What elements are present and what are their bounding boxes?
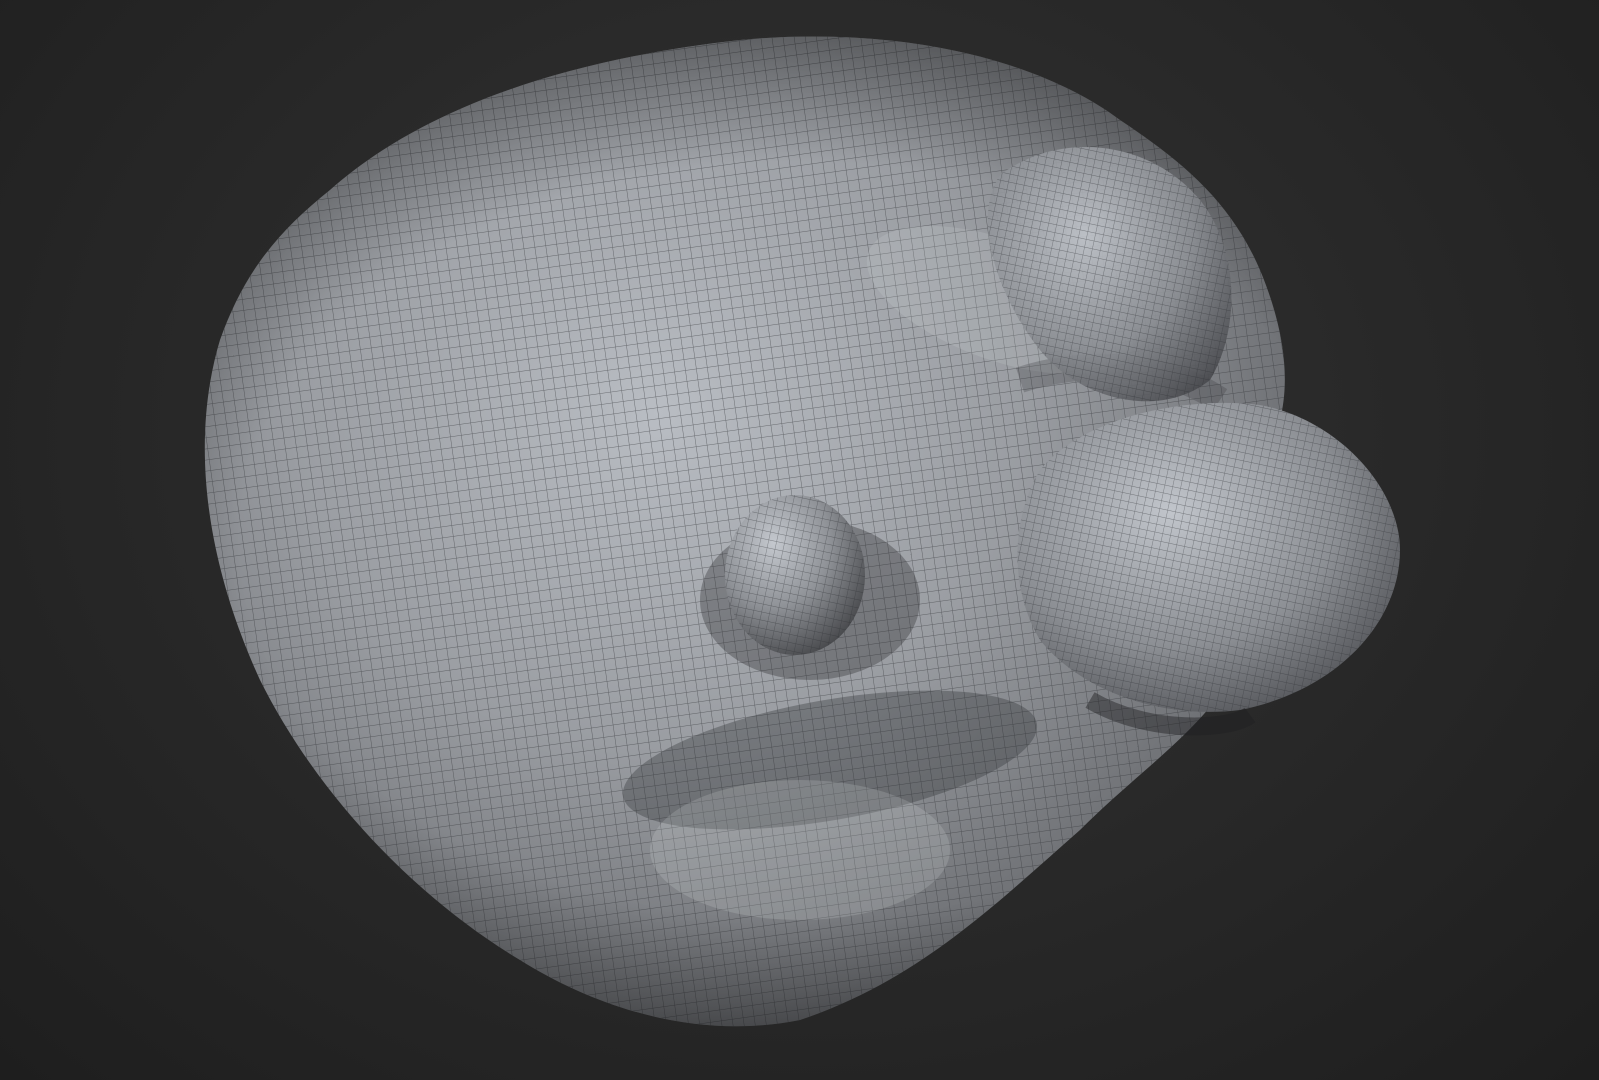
mesh-render [204, 36, 1400, 1027]
sculpt-viewport[interactable] [0, 0, 1599, 1080]
